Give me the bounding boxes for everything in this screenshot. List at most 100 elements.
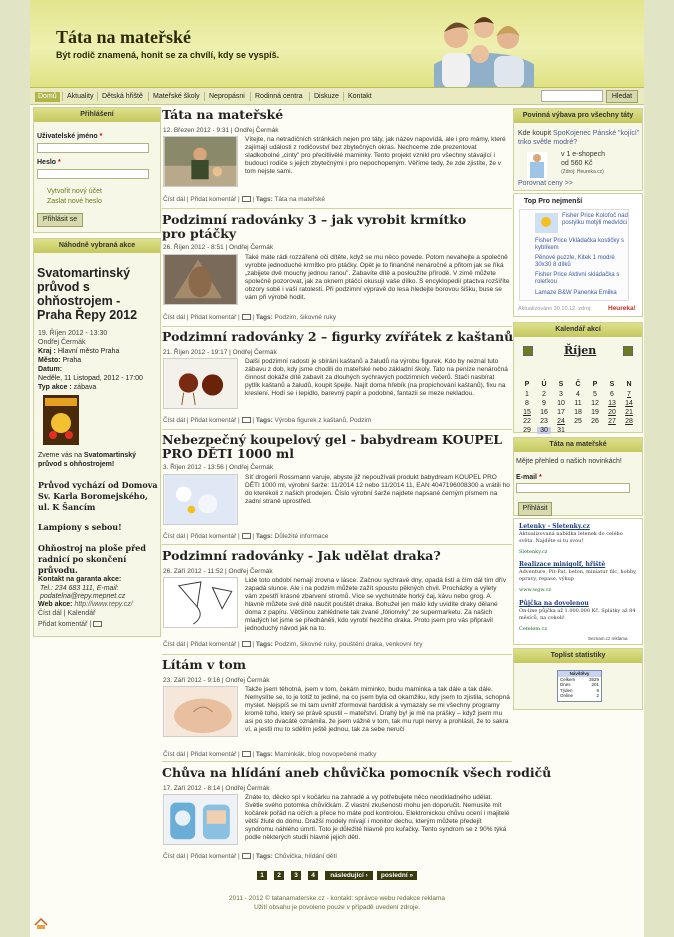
pager-last[interactable]: poslední »	[377, 871, 417, 880]
event-read-link[interactable]: Číst dál	[38, 610, 62, 617]
calendar-day[interactable]: 11	[571, 400, 585, 407]
calendar-day[interactable]: 20	[605, 409, 619, 416]
calendar-day[interactable]: 24	[554, 418, 568, 425]
nav-news[interactable]: Aktuality	[64, 92, 96, 102]
send-password-link[interactable]: Zaslat nové heslo	[47, 197, 102, 206]
calendar-prev-icon[interactable]	[523, 346, 533, 356]
event-name[interactable]: Svatomartinský průvod s ohňostrojem - Pr…	[37, 266, 157, 322]
post-thumbnail[interactable]	[163, 794, 238, 845]
event-author[interactable]: Ondřej Čermák	[38, 338, 85, 347]
calendar-month[interactable]: Říjen	[564, 344, 596, 357]
compare-prices-link[interactable]: Porovnat ceny >>	[518, 179, 573, 188]
add-comment-link[interactable]: Přidat komentář	[190, 533, 236, 540]
calendar-next-icon[interactable]	[623, 346, 633, 356]
calendar-day[interactable]: 16	[537, 409, 551, 416]
post-tags[interactable]: Chůvička, hlídání dětí	[275, 853, 338, 860]
calendar-day[interactable]: 17	[554, 409, 568, 416]
read-more-link[interactable]: Číst dál	[163, 314, 185, 321]
search-button[interactable]: Hledat	[606, 90, 638, 103]
add-comment-link[interactable]: Přidat komentář	[190, 417, 236, 424]
footer-editor-link[interactable]: redakce	[397, 895, 420, 902]
site-title[interactable]: Táta na mateřské	[56, 27, 191, 48]
post-thumbnail[interactable]	[163, 136, 238, 187]
pager-page-1[interactable]: 1	[257, 871, 267, 880]
post-thumbnail[interactable]	[163, 254, 238, 305]
nav-family-centers[interactable]: Rodinná centra	[252, 92, 305, 102]
calendar-day[interactable]: 13	[605, 400, 619, 407]
top-product-5[interactable]: Lamaze B&W Panenka Emilka	[535, 290, 630, 297]
email-icon[interactable]	[241, 853, 251, 860]
nav-dont-miss[interactable]: Nepropásni	[206, 92, 248, 102]
email-icon[interactable]	[241, 417, 251, 424]
top-product-3[interactable]: Pěnové puzzle, Kitek 1 modré 30x30 8 díl…	[535, 255, 630, 269]
read-more-link[interactable]: Číst dál	[163, 533, 185, 540]
top-product-1[interactable]: Fisher Price Koloťoč nad postýlku motýli…	[562, 213, 628, 227]
calendar-day[interactable]: 29	[520, 427, 534, 434]
ad-link-1[interactable]: Sletenky.cz	[519, 549, 547, 555]
post-tags[interactable]: Podzim, šikovné ruky, pouštění draka, ve…	[275, 641, 423, 648]
calendar-day[interactable]: 26	[588, 418, 602, 425]
post-title[interactable]: Chůva na hlídání aneb chůvička pomocník …	[162, 766, 551, 780]
email-icon[interactable]	[241, 196, 251, 203]
ad-link-3[interactable]: Cetelem.cz	[519, 626, 547, 632]
post-title[interactable]: Lítám v tom	[162, 658, 246, 672]
newsletter-email-input[interactable]	[516, 483, 630, 493]
search-input[interactable]	[541, 90, 603, 102]
email-icon[interactable]	[93, 621, 103, 628]
calendar-day[interactable]: 1	[520, 391, 534, 398]
read-more-link[interactable]: Číst dál	[163, 751, 185, 758]
product-image[interactable]	[527, 152, 547, 180]
calendar-day[interactable]: 31	[554, 427, 568, 434]
post-thumbnail[interactable]	[163, 577, 238, 628]
read-more-link[interactable]: Číst dál	[163, 641, 185, 648]
pager-page-2[interactable]: 2	[274, 871, 284, 880]
event-web-link[interactable]: http://www.repy.cz/	[74, 601, 132, 608]
top-product-4[interactable]: Fisher Price Aktivní skládačka s roleťko…	[535, 272, 630, 286]
ad-title-1[interactable]: Letenky - Sletenky.cz	[519, 523, 590, 530]
post-tags[interactable]: Táta na mateřské	[274, 196, 325, 203]
create-account-link[interactable]: Vytvořit nový účet	[47, 187, 102, 196]
calendar-day[interactable]: 4	[571, 391, 585, 398]
calendar-day[interactable]: 15	[520, 409, 534, 416]
calendar-day[interactable]: 14	[622, 400, 636, 407]
pager-next[interactable]: následující ›	[325, 871, 373, 880]
read-more-link[interactable]: Číst dál	[163, 417, 185, 424]
home-logo-icon[interactable]	[34, 918, 48, 930]
email-icon[interactable]	[241, 641, 251, 648]
nav-discussion[interactable]: Diskuze	[311, 92, 342, 102]
event-poster[interactable]	[43, 395, 79, 445]
pager-page-4[interactable]: 4	[308, 871, 318, 880]
calendar-day[interactable]: 21	[622, 409, 636, 416]
email-icon[interactable]	[241, 314, 251, 321]
calendar-day[interactable]: 22	[520, 418, 534, 425]
heureka-logo[interactable]: Heureka!	[608, 304, 636, 313]
calendar-day[interactable]: 10	[554, 400, 568, 407]
footer-admin-link[interactable]: správce webu	[355, 895, 395, 902]
add-comment-link[interactable]: Přidat komentář	[190, 314, 236, 321]
post-thumbnail[interactable]	[163, 686, 238, 737]
calendar-day[interactable]: 7	[622, 391, 636, 398]
post-title[interactable]: Podzimní radovánky 3 – jak vyrobit krmít…	[162, 213, 492, 241]
calendar-day[interactable]: 9	[537, 400, 551, 407]
add-comment-link[interactable]: Přidat komentář	[190, 196, 236, 203]
nav-contact[interactable]: Kontakt	[345, 92, 375, 102]
nav-playgrounds[interactable]: Dětská hřiště	[99, 92, 146, 102]
calendar-day[interactable]: 27	[605, 418, 619, 425]
toplist-counter[interactable]: Návštěvy Celkem 3529 Dnes 201 Týden 8 Online 2	[557, 670, 602, 702]
calendar-day[interactable]: 18	[571, 409, 585, 416]
nav-home[interactable]: Domů	[35, 92, 60, 102]
calendar-day[interactable]: 30	[537, 427, 551, 434]
read-more-link[interactable]: Číst dál	[163, 196, 185, 203]
event-calendar-link[interactable]: Kalendář	[67, 610, 95, 617]
login-button[interactable]: Přihlásit se	[37, 213, 83, 227]
newsletter-submit-button[interactable]: Přihlásit	[518, 502, 552, 516]
event-comment-link[interactable]: Přidat komentář	[38, 621, 87, 628]
post-tags[interactable]: Podzim, šikovné ruky	[275, 314, 336, 321]
ads-brand[interactable]: Seznam.cz reklama	[588, 636, 628, 641]
calendar-day[interactable]: 6	[605, 391, 619, 398]
password-input[interactable]	[37, 169, 149, 179]
calendar-day[interactable]: 12	[588, 400, 602, 407]
add-comment-link[interactable]: Přidat komentář	[190, 853, 236, 860]
calendar-day[interactable]: 3	[554, 391, 568, 398]
post-tags[interactable]: Maminkák, blog novopečené matky	[275, 751, 377, 758]
